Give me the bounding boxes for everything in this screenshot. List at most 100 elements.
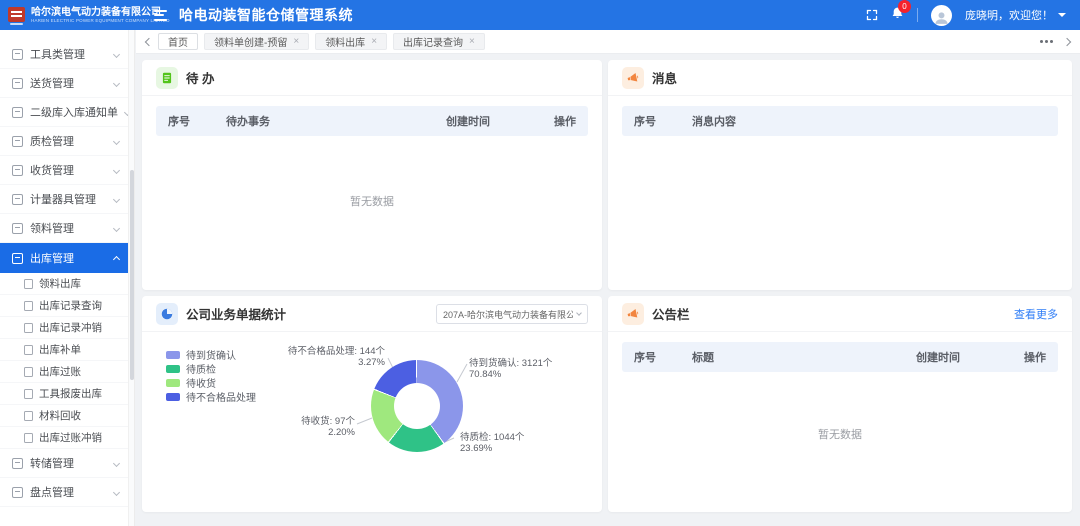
todo-table-header: 序号 待办事务 创建时间 操作 xyxy=(156,106,588,136)
tab-material-outbound[interactable]: 领料出库 × xyxy=(315,33,387,50)
legend-label: 待到货确认 xyxy=(186,347,236,362)
more-tabs-icon[interactable] xyxy=(1045,40,1048,43)
notification-badge: 0 xyxy=(898,0,911,13)
legend-label: 待不合格品处理 xyxy=(186,389,256,404)
sidebar-subitem-label: 出库过账冲销 xyxy=(39,430,102,445)
company-select-value: 207A-哈尔滨电气动力装备有限公 xyxy=(443,308,573,321)
sidebar-subitem-material-recycle[interactable]: 材料回收 xyxy=(0,405,128,427)
column-header: 创建时间 xyxy=(916,349,1002,365)
material-request-icon xyxy=(12,223,23,234)
sidebar-subitem-outbound-posting[interactable]: 出库过账 xyxy=(0,361,128,383)
sidebar-item-quality[interactable]: 质检管理 xyxy=(0,127,128,156)
avatar[interactable] xyxy=(931,5,952,26)
sidebar-scrollbar-thumb[interactable] xyxy=(130,170,134,380)
empty-state: 暂无数据 xyxy=(608,426,1072,442)
tabs-back-icon[interactable] xyxy=(145,37,153,45)
doc-icon xyxy=(24,411,33,421)
sidebar-subitem-posting-reversal[interactable]: 出库过账冲销 xyxy=(0,427,128,449)
sidebar-item-delivery[interactable]: 送货管理 xyxy=(0,69,128,98)
notification-bell[interactable]: 0 xyxy=(891,6,904,25)
sidebar-item-inbound-notice[interactable]: 二级库入库通知单 xyxy=(0,98,128,127)
column-header: 序号 xyxy=(168,113,226,129)
chevron-down-icon xyxy=(113,79,120,86)
tab-outbound-record-query[interactable]: 出库记录查询 × xyxy=(393,33,485,50)
close-icon[interactable]: × xyxy=(371,37,377,47)
sidebar-item-label: 计量器具管理 xyxy=(30,191,96,207)
card-title: 消息 xyxy=(652,68,677,87)
chart-label-unqualified: 待不合格品处理: 144个3.27% xyxy=(237,346,385,368)
message-card: 消息 序号 消息内容 xyxy=(608,60,1072,290)
sidebar-item-tools[interactable]: 工具类管理 xyxy=(0,40,128,69)
stocktake-icon xyxy=(12,487,23,498)
sidebar-item-receiving[interactable]: 收货管理 xyxy=(0,156,128,185)
tools-icon xyxy=(12,49,23,60)
pie-chart-icon xyxy=(156,303,178,325)
column-header: 消息内容 xyxy=(692,113,1046,129)
stats-card: 公司业务单据统计 207A-哈尔滨电气动力装备有限公 待到货确认 待质检 xyxy=(142,296,602,512)
sidebar-subitem-outbound-record-query[interactable]: 出库记录查询 xyxy=(0,295,128,317)
view-more-link[interactable]: 查看更多 xyxy=(1014,306,1058,322)
outbound-icon xyxy=(12,253,23,264)
chevron-down-icon xyxy=(113,488,120,495)
tab-material-request-create[interactable]: 领料单创建-预留 × xyxy=(204,33,309,50)
legend-chip xyxy=(166,393,180,401)
donut-chart xyxy=(371,360,463,452)
legend-item[interactable]: 待收货 xyxy=(166,378,256,387)
chevron-down-icon xyxy=(113,459,120,466)
column-header: 序号 xyxy=(634,349,692,365)
sidebar-scrollbar-track[interactable] xyxy=(128,30,135,526)
doc-icon xyxy=(24,433,33,443)
sidebar-item-stocktake[interactable]: 盘点管理 xyxy=(0,478,128,507)
todo-icon xyxy=(156,67,178,89)
user-menu[interactable]: 庞晓明，欢迎您！ xyxy=(965,7,1066,23)
company-select[interactable]: 207A-哈尔滨电气动力装备有限公 xyxy=(436,304,588,324)
tabs-forward-icon[interactable] xyxy=(1063,37,1071,45)
chevron-down-icon xyxy=(113,137,120,144)
doc-icon xyxy=(24,389,33,399)
transfer-icon xyxy=(12,458,23,469)
close-icon[interactable]: × xyxy=(293,37,299,47)
legend-chip xyxy=(166,351,180,359)
collapse-sidebar-icon[interactable] xyxy=(154,10,167,21)
legend-item[interactable]: 待不合格品处理 xyxy=(166,392,256,401)
doc-icon xyxy=(24,367,33,377)
column-header: 创建时间 xyxy=(446,113,532,129)
sidebar-item-transfer[interactable]: 转储管理 xyxy=(0,449,128,478)
sidebar-item-label: 送货管理 xyxy=(30,75,74,91)
tab-label: 领料单创建-预留 xyxy=(214,34,287,49)
main-area: 首页 领料单创建-预留 × 领料出库 × 出库记录查询 × 待 办 序 xyxy=(136,30,1080,526)
sidebar-item-outbound[interactable]: 出库管理 xyxy=(0,243,128,273)
tab-label: 首页 xyxy=(168,34,188,49)
doc-icon xyxy=(24,301,33,311)
sidebar-item-label: 质检管理 xyxy=(30,133,74,149)
user-icon xyxy=(933,9,950,26)
chevron-down-icon xyxy=(1058,13,1066,21)
tab-home[interactable]: 首页 xyxy=(158,33,198,50)
receiving-icon xyxy=(12,165,23,176)
close-icon[interactable]: × xyxy=(469,37,475,47)
sidebar-subitem-label: 出库记录冲销 xyxy=(39,320,102,335)
card-title: 待 办 xyxy=(186,68,214,87)
sidebar-item-label: 转储管理 xyxy=(30,455,74,471)
measuring-tools-icon xyxy=(12,194,23,205)
delivery-icon xyxy=(12,78,23,89)
sidebar-subitem-tool-scrap-outbound[interactable]: 工具报废出库 xyxy=(0,383,128,405)
sidebar-subitem-material-outbound[interactable]: 领料出库 xyxy=(0,273,128,295)
sidebar-item-label: 出库管理 xyxy=(30,250,74,266)
announcement-icon xyxy=(622,303,644,325)
sidebar-item-material-request[interactable]: 领料管理 xyxy=(0,214,128,243)
sidebar-subitem-outbound-record-reversal[interactable]: 出库记录冲销 xyxy=(0,317,128,339)
sidebar-item-label: 二级库入库通知单 xyxy=(30,104,118,120)
sidebar-subitem-outbound-supplement[interactable]: 出库补单 xyxy=(0,339,128,361)
dashboard: 待 办 序号 待办事务 创建时间 操作 暂无数据 消息 序号 消息内容 xyxy=(136,54,1080,526)
system-title: 哈电动装智能仓储管理系统 xyxy=(179,5,353,25)
sidebar-subitem-label: 出库记录查询 xyxy=(39,298,102,313)
topbar-divider xyxy=(917,8,918,22)
notice-table-header: 序号 标题 创建时间 操作 xyxy=(622,342,1058,372)
column-header: 标题 xyxy=(692,349,916,365)
legend-chip xyxy=(166,365,180,373)
sidebar-item-measuring[interactable]: 计量器具管理 xyxy=(0,185,128,214)
sidebar-subitem-label: 材料回收 xyxy=(39,408,81,423)
fullscreen-icon[interactable] xyxy=(866,9,878,21)
chevron-down-icon xyxy=(113,195,120,202)
